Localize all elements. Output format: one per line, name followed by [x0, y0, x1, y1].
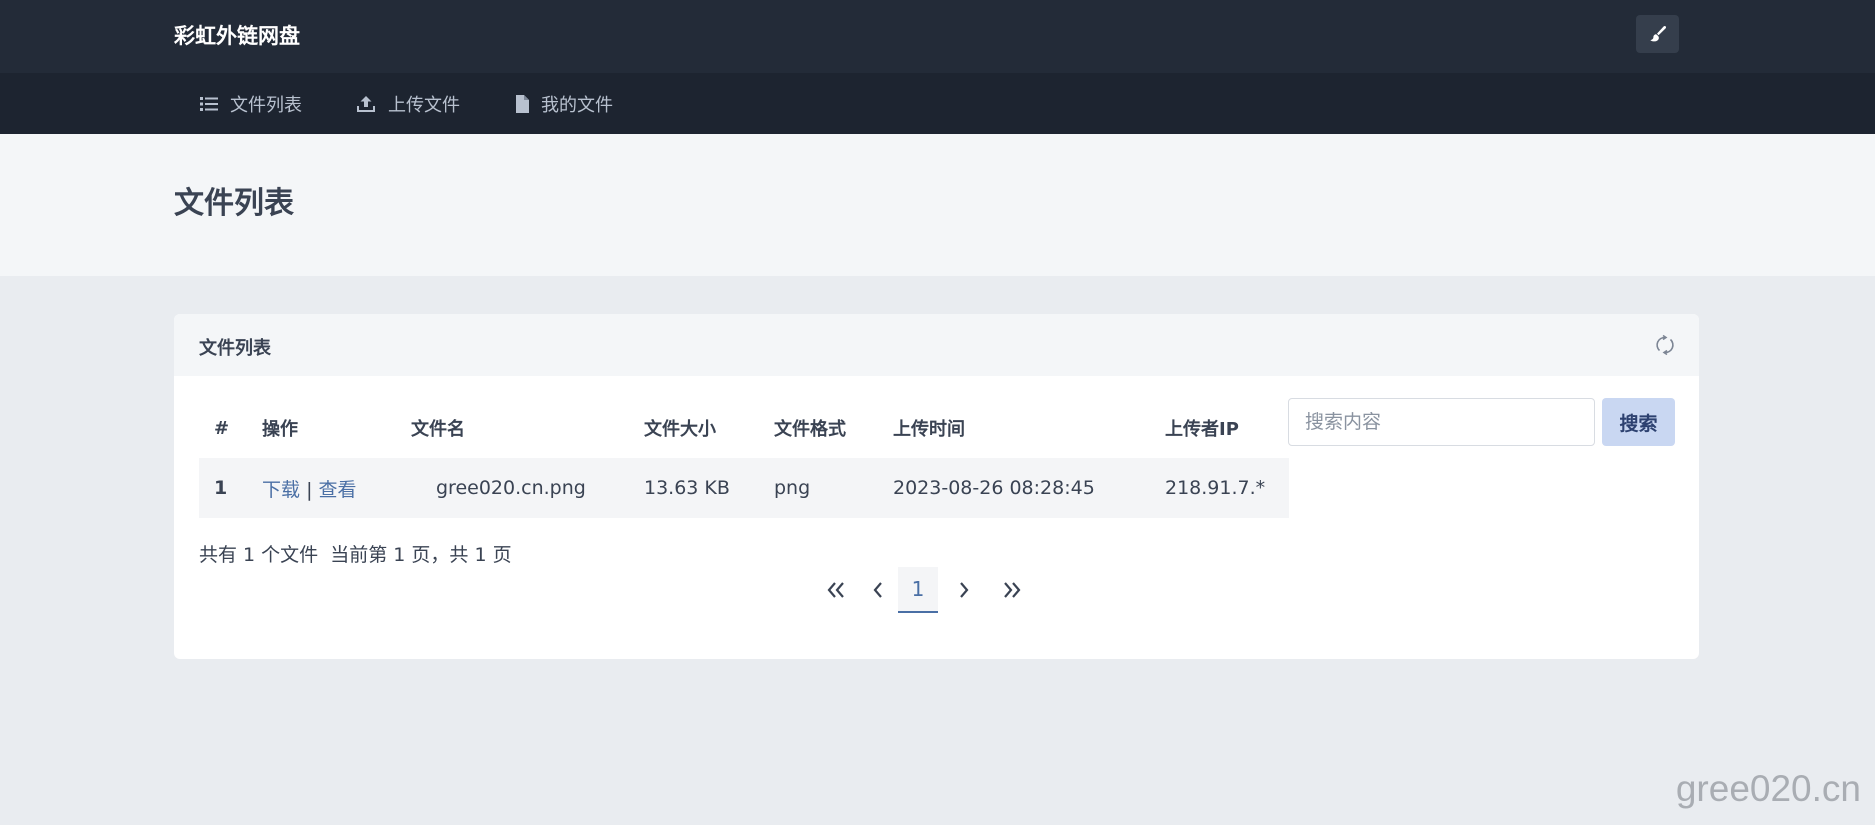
column-header-uploader-ip: 上传者IP: [1165, 419, 1239, 440]
row-uploader-ip: 218.91.7.*: [1150, 458, 1289, 518]
top-bar: 彩虹外链网盘: [0, 0, 1875, 73]
page-title: 文件列表: [174, 186, 294, 221]
column-header-size: 文件大小: [644, 419, 716, 440]
chevron-right-icon: [960, 582, 969, 598]
brand-title[interactable]: 彩虹外链网盘: [174, 20, 300, 50]
file-icon: [516, 94, 529, 113]
refresh-icon[interactable]: [1653, 333, 1677, 357]
nav-item-label: 我的文件: [541, 94, 613, 116]
list-icon: [200, 96, 218, 111]
table-header-row: # 操作 文件名 文件大小 文件格式 上传时间 上传者IP: [199, 398, 1289, 458]
action-separator: |: [306, 478, 313, 501]
nav-item-upload[interactable]: 上传文件: [356, 73, 460, 134]
row-actions: 下载 | 查看: [247, 458, 396, 518]
theme-toggle-button[interactable]: [1636, 15, 1679, 53]
column-header-upload-time: 上传时间: [893, 419, 965, 440]
column-header-action: 操作: [262, 419, 298, 440]
column-header-format: 文件格式: [774, 419, 846, 440]
card-title: 文件列表: [199, 338, 271, 359]
prev-page-button[interactable]: [858, 567, 898, 613]
upload-icon: [357, 95, 375, 112]
page-number-button[interactable]: 1: [898, 567, 938, 613]
row-index: 1: [199, 458, 247, 518]
column-header-filename: 文件名: [411, 419, 465, 440]
row-format: png: [759, 458, 878, 518]
view-link[interactable]: 查看: [319, 479, 357, 501]
nav-item-file-list[interactable]: 文件列表: [200, 73, 302, 134]
next-page-button[interactable]: [938, 567, 990, 613]
nav-item-my-files[interactable]: 我的文件: [515, 73, 613, 134]
row-filename: gree020.cn.png: [396, 458, 629, 518]
page-header: 文件列表: [0, 134, 1875, 276]
nav-item-label: 文件列表: [230, 94, 302, 116]
watermark: gree020.cn: [1675, 768, 1861, 809]
chevron-left-icon: [873, 582, 882, 598]
search-button[interactable]: 搜索: [1602, 398, 1675, 446]
pagination-summary: 共有 1 个文件 当前第 1 页，共 1 页: [199, 544, 512, 566]
double-chevron-left-icon: [827, 582, 844, 598]
search-input[interactable]: [1288, 398, 1595, 446]
double-chevron-right-icon: [1004, 582, 1021, 598]
row-upload-time: 2023-08-26 08:28:45: [878, 458, 1150, 518]
first-page-button[interactable]: [814, 567, 858, 613]
file-list-card: 文件列表 # 操作 文件名 文件大小 文件格式 上传时间 上传者IP 1 下载 …: [174, 314, 1699, 659]
table-row: 1 下载 | 查看 gree020.cn.png 13.63 KB png 20…: [199, 458, 1289, 518]
row-size: 13.63 KB: [629, 458, 759, 518]
pagination: 1: [814, 567, 1034, 613]
card-header: 文件列表: [174, 314, 1699, 376]
paint-brush-icon: [1649, 25, 1666, 42]
last-page-button[interactable]: [990, 567, 1034, 613]
file-table: # 操作 文件名 文件大小 文件格式 上传时间 上传者IP 1 下载 | 查看 …: [199, 398, 1289, 518]
main-nav: 文件列表 上传文件 我的文件: [0, 73, 1875, 134]
download-link[interactable]: 下载: [262, 479, 300, 501]
column-header-index: #: [214, 417, 230, 439]
search-bar: 搜索: [1288, 398, 1675, 446]
nav-item-label: 上传文件: [388, 94, 460, 116]
